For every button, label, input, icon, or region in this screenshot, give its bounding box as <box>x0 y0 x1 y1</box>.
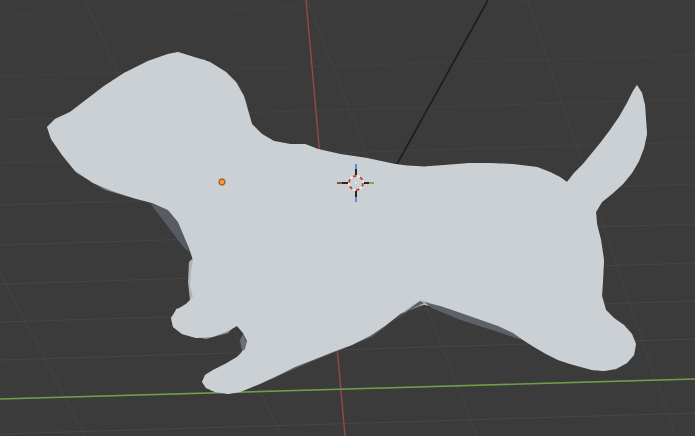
object-origin-dot[interactable] <box>218 178 226 186</box>
3d-viewport[interactable] <box>0 0 695 436</box>
